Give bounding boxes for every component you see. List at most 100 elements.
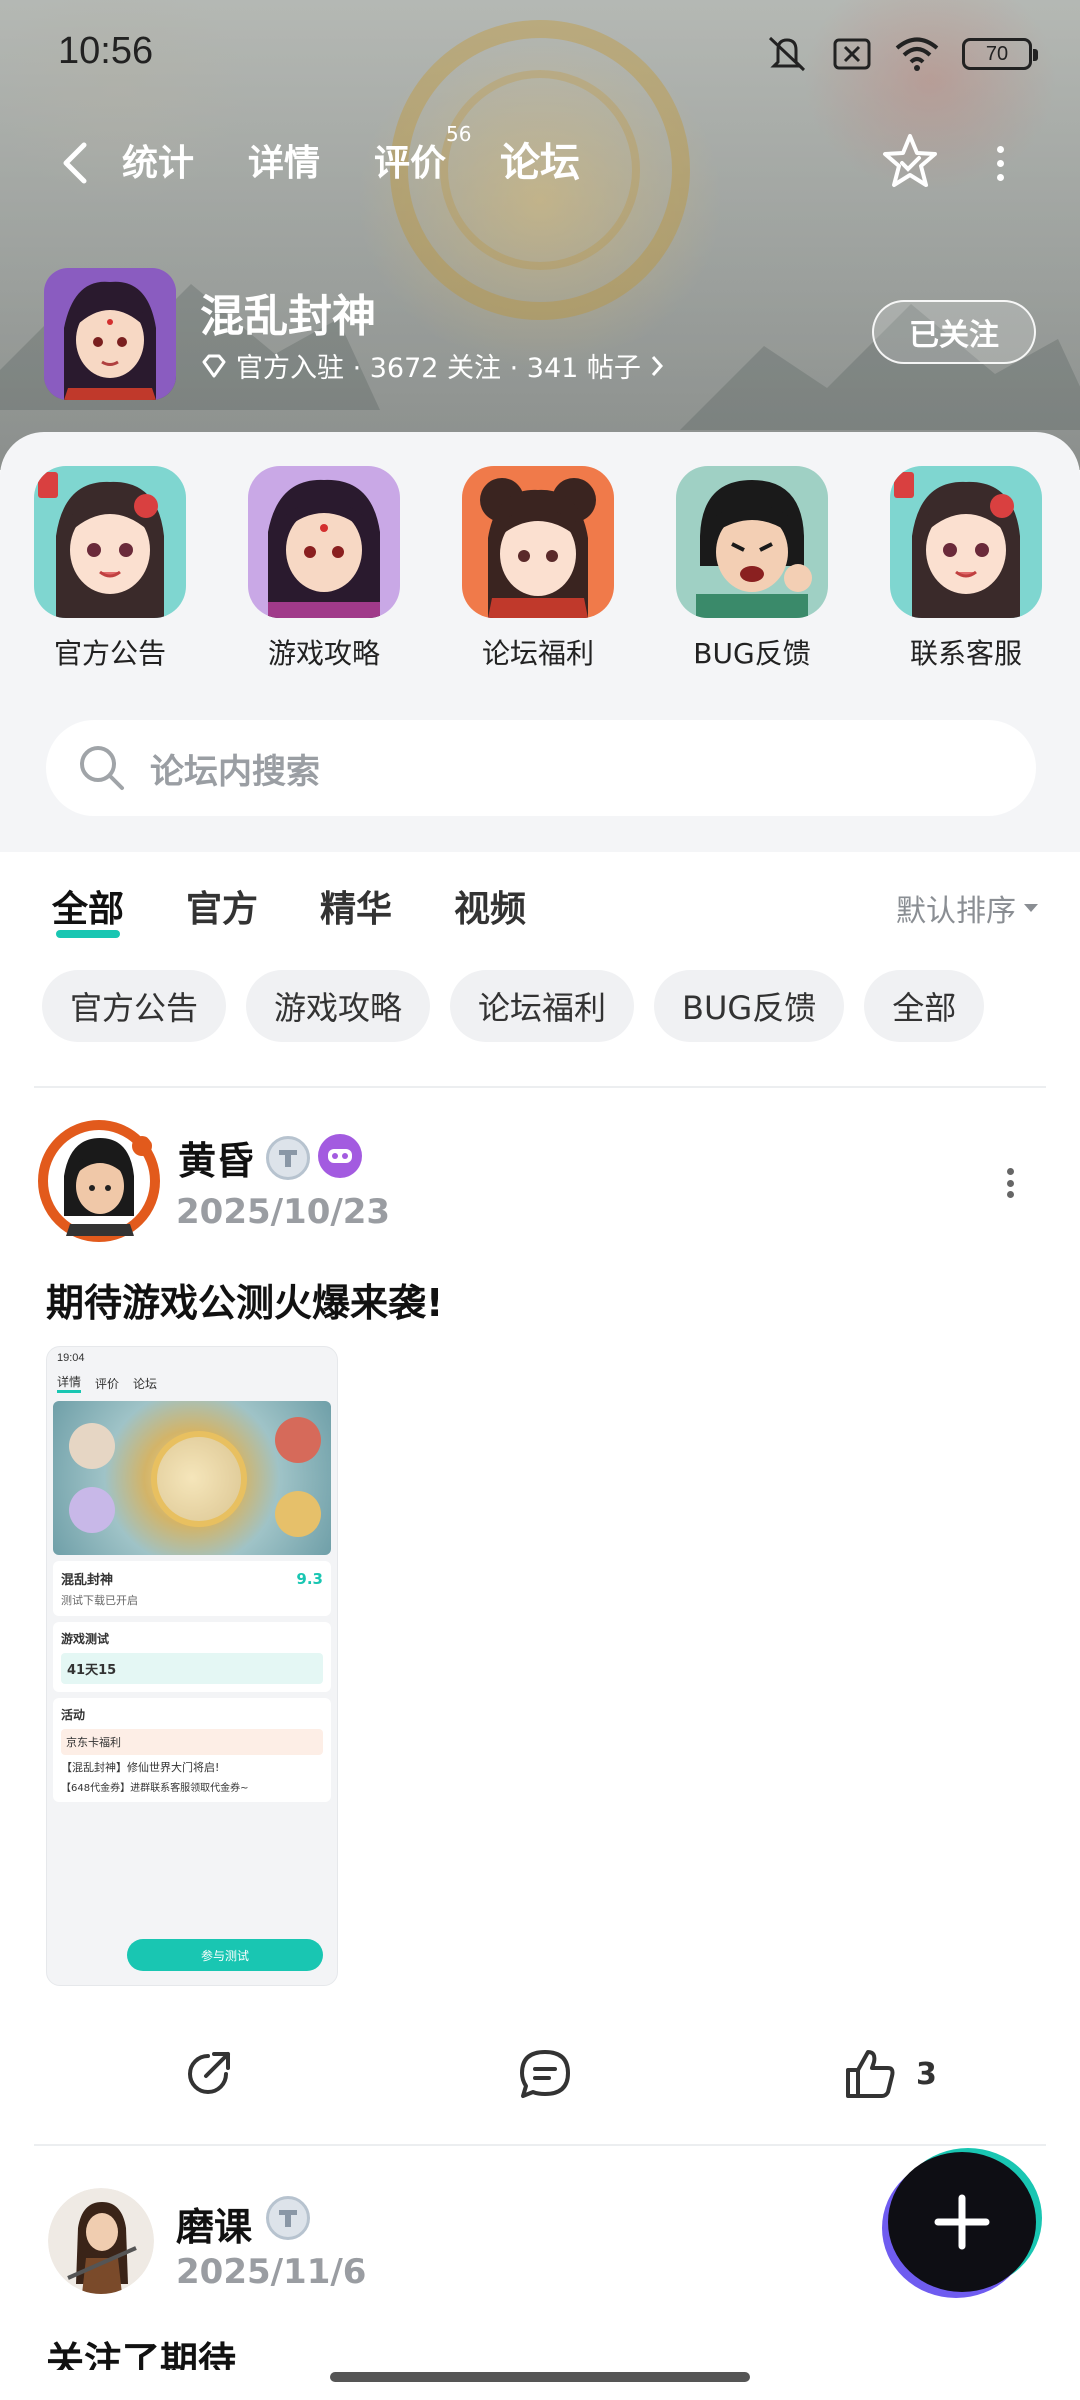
post-title[interactable]: 关注了期待 xyxy=(46,2330,236,2370)
avatar[interactable] xyxy=(34,1116,164,1246)
game-meta-text: 官方入驻 · 3672 关注 · 341 帖子 xyxy=(236,353,641,384)
search-placeholder: 论坛内搜索 xyxy=(150,751,320,792)
shortcut-welfare-icon xyxy=(462,466,614,618)
category-chips: 官方公告 游戏攻略 论坛福利 BUG反馈 全部 xyxy=(42,970,985,1044)
top-nav: 统计 详情 评价 56 论坛 xyxy=(0,120,1080,210)
post-image[interactable]: 19:04 详情 评价 论坛 混乱封神 9.3 测试下载已开启 游戏测试 41天… xyxy=(46,1346,338,1986)
tab-review[interactable]: 评价 56 xyxy=(374,122,471,186)
chip-guide[interactable]: 游戏攻略 xyxy=(246,970,431,1042)
caret-down-icon xyxy=(1024,904,1038,912)
shortcut-label: 游戏攻略 xyxy=(267,637,380,670)
chip-welfare[interactable]: 论坛福利 xyxy=(450,970,635,1042)
sort-dropdown[interactable]: 默认排序 xyxy=(896,886,1040,930)
divider xyxy=(34,2144,1046,2146)
shot-item: 【混乱封神】修仙世界大门将启! xyxy=(61,1761,220,1774)
chip-all[interactable]: 全部 xyxy=(864,970,985,1042)
level-badge-icon xyxy=(266,2196,310,2240)
thumbs-up-icon xyxy=(846,2050,895,2098)
star-check-icon xyxy=(883,134,937,187)
game-avatar-art xyxy=(44,268,176,400)
tab-detail[interactable]: 详情 xyxy=(248,134,320,186)
author-name[interactable]: 黄昏 xyxy=(178,1130,254,1185)
more-options-button[interactable] xyxy=(985,138,1015,188)
shot-activity-card: 活动 京东卡福利 【混乱封神】修仙世界大门将启! 【648代金券】进群联系客服领… xyxy=(53,1698,331,1802)
post-more-button[interactable] xyxy=(1000,1168,1020,1198)
divider xyxy=(34,1086,1046,1088)
shot-game-name: 混乱封神 xyxy=(61,1573,114,1588)
like-button[interactable]: 3 xyxy=(842,2046,937,2102)
search-icon xyxy=(80,746,124,790)
game-header: 混乱封神 官方入驻 · 3672 关注 · 341 帖子 已关注 xyxy=(44,268,1044,400)
chevron-right-icon xyxy=(651,355,663,376)
feed-tab-video[interactable]: 视频 xyxy=(454,880,526,932)
shot-item: 京东卡福利 xyxy=(61,1729,323,1755)
shortcut-bug-report[interactable]: BUG反馈 xyxy=(662,466,842,672)
shortcut-label: 官方公告 xyxy=(53,637,166,670)
shortcut-label: 论坛福利 xyxy=(481,637,594,670)
shortcut-customer-service[interactable]: 联系客服 xyxy=(876,466,1056,672)
shot-banner xyxy=(53,1401,331,1555)
game-name: 混乱封神 xyxy=(200,291,376,342)
active-feed-tab-indicator xyxy=(56,930,121,938)
shortcut-guide-icon xyxy=(248,466,400,618)
shot-tab: 评价 xyxy=(95,1376,120,1391)
sort-label: 默认排序 xyxy=(896,894,1016,929)
comment-button[interactable] xyxy=(516,2046,574,2102)
new-post-button[interactable] xyxy=(888,2152,1036,2292)
follow-button[interactable]: 已关注 xyxy=(872,300,1036,364)
post-actions: 3 xyxy=(0,2040,1080,2110)
shortcut-announcement[interactable]: 官方公告 xyxy=(20,466,200,672)
comment-icon xyxy=(520,2050,570,2098)
shot-test-title: 游戏测试 xyxy=(61,1632,110,1646)
feed-tab-all[interactable]: 全部 xyxy=(52,880,125,938)
plus-icon xyxy=(934,2194,990,2250)
shot-cta: 参与测试 xyxy=(127,1939,323,1971)
level-badge-icon xyxy=(266,1136,310,1180)
shot-countdown: 41天15 xyxy=(61,1653,323,1684)
shot-nav: 详情 评价 论坛 xyxy=(47,1369,337,1397)
post-title[interactable]: 期待游戏公测火爆来袭! xyxy=(46,1272,443,1327)
chip-bug-report[interactable]: BUG反馈 xyxy=(654,970,845,1042)
shot-tab: 论坛 xyxy=(133,1376,158,1391)
forum-search-input[interactable]: 论坛内搜索 xyxy=(46,720,1036,816)
feed-tab-featured[interactable]: 精华 xyxy=(320,880,392,932)
shot-test-card: 游戏测试 41天15 xyxy=(53,1622,331,1692)
gamer-badge-icon xyxy=(318,1134,362,1178)
shot-status-time: 19:04 xyxy=(57,1352,85,1364)
game-meta[interactable]: 官方入驻 · 3672 关注 · 341 帖子 xyxy=(200,346,665,385)
home-indicator[interactable] xyxy=(330,2372,750,2382)
shot-score: 9.3 xyxy=(296,1569,323,1588)
shortcut-label: BUG反馈 xyxy=(693,637,811,670)
shot-tab: 详情 xyxy=(57,1373,82,1393)
like-count: 3 xyxy=(916,2056,937,2092)
author-name[interactable]: 磨课 xyxy=(176,2196,252,2251)
battery-icon: 70 xyxy=(962,38,1038,70)
shot-game-card: 混乱封神 9.3 测试下载已开启 xyxy=(53,1561,331,1616)
share-icon xyxy=(188,2052,230,2094)
post-date: 2025/10/23 xyxy=(176,1192,391,1232)
status-time: 10:56 xyxy=(58,30,154,72)
sim-off-icon xyxy=(833,38,871,70)
feed-tab-official[interactable]: 官方 xyxy=(186,880,258,932)
back-button[interactable] xyxy=(50,138,100,188)
shortcut-welfare[interactable]: 论坛福利 xyxy=(448,466,628,672)
post-date: 2025/11/6 xyxy=(176,2252,367,2292)
wifi-icon xyxy=(895,37,939,71)
review-count: 56 xyxy=(446,122,472,146)
tab-forum[interactable]: 论坛 xyxy=(500,130,580,188)
feed-tabs: 全部 官方 精华 视频 默认排序 xyxy=(0,872,1080,942)
game-icon[interactable] xyxy=(44,268,176,400)
avatar[interactable] xyxy=(48,2188,154,2294)
share-button[interactable] xyxy=(180,2046,236,2102)
diamond-icon xyxy=(202,354,226,377)
shortcut-announcement-icon xyxy=(34,466,186,618)
feed-tab-label: 全部 xyxy=(52,889,125,930)
tab-stats[interactable]: 统计 xyxy=(122,134,194,186)
favorite-button[interactable] xyxy=(878,130,942,194)
shot-subtitle: 测试下载已开启 xyxy=(61,1594,138,1607)
tab-forum-label: 论坛 xyxy=(500,140,580,186)
shortcut-label: 联系客服 xyxy=(909,637,1022,670)
shortcut-guide[interactable]: 游戏攻略 xyxy=(234,466,414,672)
chip-announcement[interactable]: 官方公告 xyxy=(42,970,227,1042)
shot-section: 活动 xyxy=(61,1708,86,1722)
